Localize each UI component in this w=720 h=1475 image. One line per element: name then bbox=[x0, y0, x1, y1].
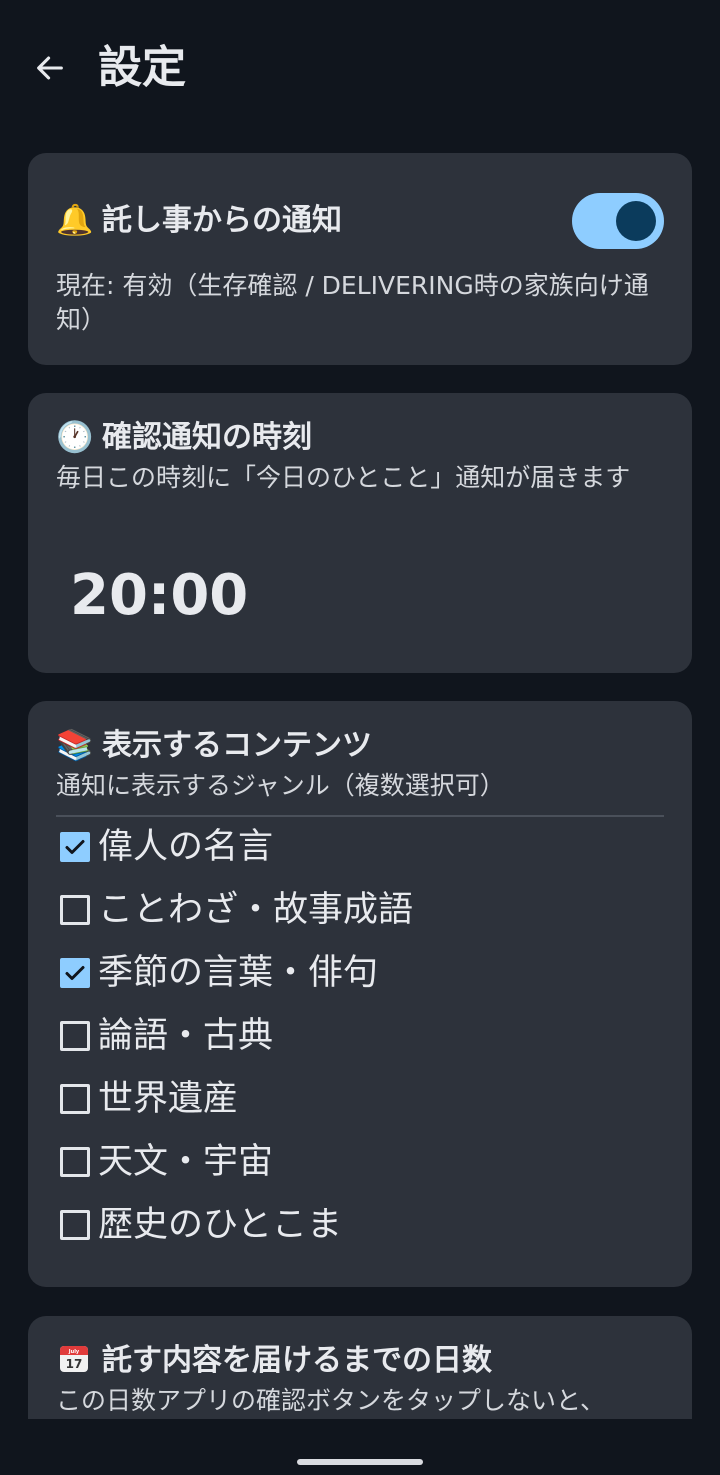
clock-icon: 🕐 bbox=[56, 420, 94, 455]
content-option[interactable]: ことわざ・故事成語 bbox=[60, 884, 413, 936]
checkbox[interactable] bbox=[60, 1210, 90, 1240]
app-bar: 設定 bbox=[0, 0, 720, 140]
checkbox-checked[interactable] bbox=[60, 832, 90, 862]
content-card-title: 📚 表示するコンテンツ bbox=[56, 726, 372, 766]
check-icon bbox=[65, 966, 85, 980]
checkbox[interactable] bbox=[60, 1021, 90, 1051]
home-indicator bbox=[297, 1459, 423, 1465]
calendar-icon: July 17 bbox=[56, 1341, 92, 1381]
divider bbox=[56, 815, 664, 817]
checkbox-checked[interactable] bbox=[60, 958, 90, 988]
content-option[interactable]: 歴史のひとこま bbox=[60, 1199, 342, 1251]
notification-card: 🔔 託し事からの通知 現在: 有効（生存確認 / DELIVERING時の家族向け… bbox=[28, 153, 692, 365]
checkbox[interactable] bbox=[60, 1084, 90, 1114]
content-card-description: 通知に表示するジャンル（複数選択可） bbox=[56, 771, 505, 800]
toggle-knob bbox=[616, 201, 656, 241]
checkbox[interactable] bbox=[60, 895, 90, 925]
content-option[interactable]: 季節の言葉・俳句 bbox=[60, 947, 378, 999]
days-card-description: この日数アプリの確認ボタンをタップしないと、 bbox=[56, 1386, 606, 1415]
content-option-label: 季節の言葉・俳句 bbox=[98, 953, 379, 993]
back-button[interactable] bbox=[28, 46, 72, 90]
days-card-title: July 17 託す内容を届けるまでの日数 bbox=[56, 1341, 492, 1381]
svg-text:July: July bbox=[68, 1349, 80, 1355]
content-option-label: 天文・宇宙 bbox=[98, 1142, 274, 1182]
content-option-label: 偉人の名言 bbox=[98, 827, 274, 867]
notification-title: 🔔 託し事からの通知 bbox=[56, 201, 342, 241]
books-icon: 📚 bbox=[56, 728, 94, 763]
content-option[interactable]: 世界遺産 bbox=[60, 1073, 238, 1125]
content-option-label: 歴史のひとこま bbox=[98, 1205, 342, 1245]
svg-text:17: 17 bbox=[66, 1357, 83, 1371]
settings-list[interactable]: 🔔 託し事からの通知 現在: 有効（生存確認 / DELIVERING時の家族向け… bbox=[0, 140, 720, 1419]
notification-time-value[interactable]: 20:00 bbox=[70, 561, 248, 631]
notification-status: 現在: 有効（生存確認 / DELIVERING時の家族向け通知） bbox=[56, 271, 649, 334]
content-option[interactable]: 天文・宇宙 bbox=[60, 1136, 273, 1188]
notification-toggle[interactable] bbox=[572, 193, 664, 249]
time-card-title: 🕐 確認通知の時刻 bbox=[56, 418, 312, 458]
content-option[interactable]: 論語・古典 bbox=[60, 1010, 273, 1062]
content-card: 📚 表示するコンテンツ 通知に表示するジャンル（複数選択可） 偉人の名言ことわざ・… bbox=[28, 701, 692, 1287]
bell-icon: 🔔 bbox=[56, 203, 94, 238]
content-option[interactable]: 偉人の名言 bbox=[60, 821, 273, 873]
page-title: 設定 bbox=[98, 42, 186, 93]
delivery-days-card: July 17 託す内容を届けるまでの日数 この日数アプリの確認ボタンをタップし… bbox=[28, 1316, 692, 1419]
time-card-description: 毎日この時刻に「今日のひとこと」通知が届きます bbox=[56, 463, 631, 492]
checkbox[interactable] bbox=[60, 1147, 90, 1177]
notification-time-card: 🕐 確認通知の時刻 毎日この時刻に「今日のひとこと」通知が届きます 20:00 bbox=[28, 393, 692, 673]
content-option-label: ことわざ・故事成語 bbox=[98, 890, 414, 930]
check-icon bbox=[65, 840, 85, 854]
content-option-label: 世界遺産 bbox=[98, 1079, 239, 1119]
content-option-label: 論語・古典 bbox=[98, 1016, 274, 1056]
arrow-left-icon bbox=[37, 56, 63, 80]
